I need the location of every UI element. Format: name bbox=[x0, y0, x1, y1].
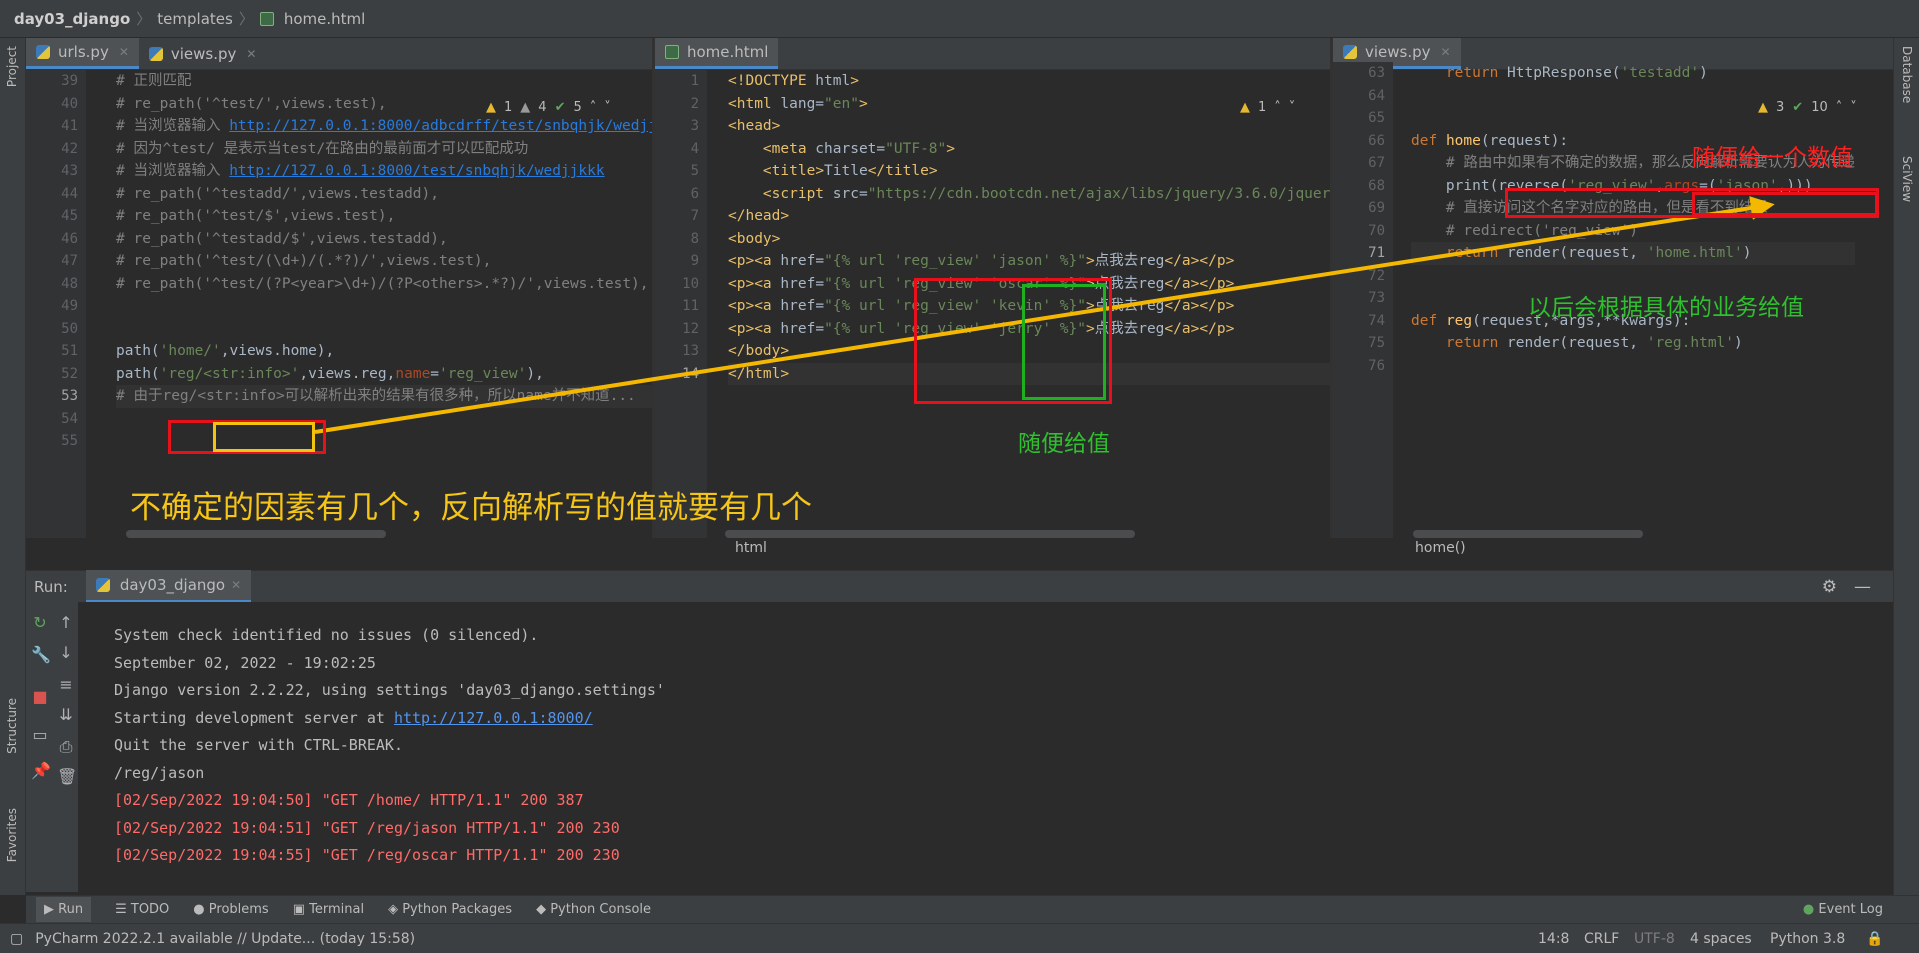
highlight-box-yellow bbox=[213, 422, 315, 452]
annotation-note-any-value: 随便给值 bbox=[1018, 431, 1110, 457]
annotation-note-bottom: 不确定的因素有几个，反向解析写的值就要有几个 bbox=[130, 490, 812, 526]
highlight-box-green bbox=[1022, 284, 1106, 400]
highlight-box-red bbox=[1692, 192, 1878, 216]
annotation-overlay bbox=[314, 196, 1775, 434]
annotation-note-any-number: 随便给一个数值 bbox=[1692, 145, 1853, 171]
annotation-note-business: 以后会根据具体的业务给值 bbox=[1528, 295, 1804, 321]
